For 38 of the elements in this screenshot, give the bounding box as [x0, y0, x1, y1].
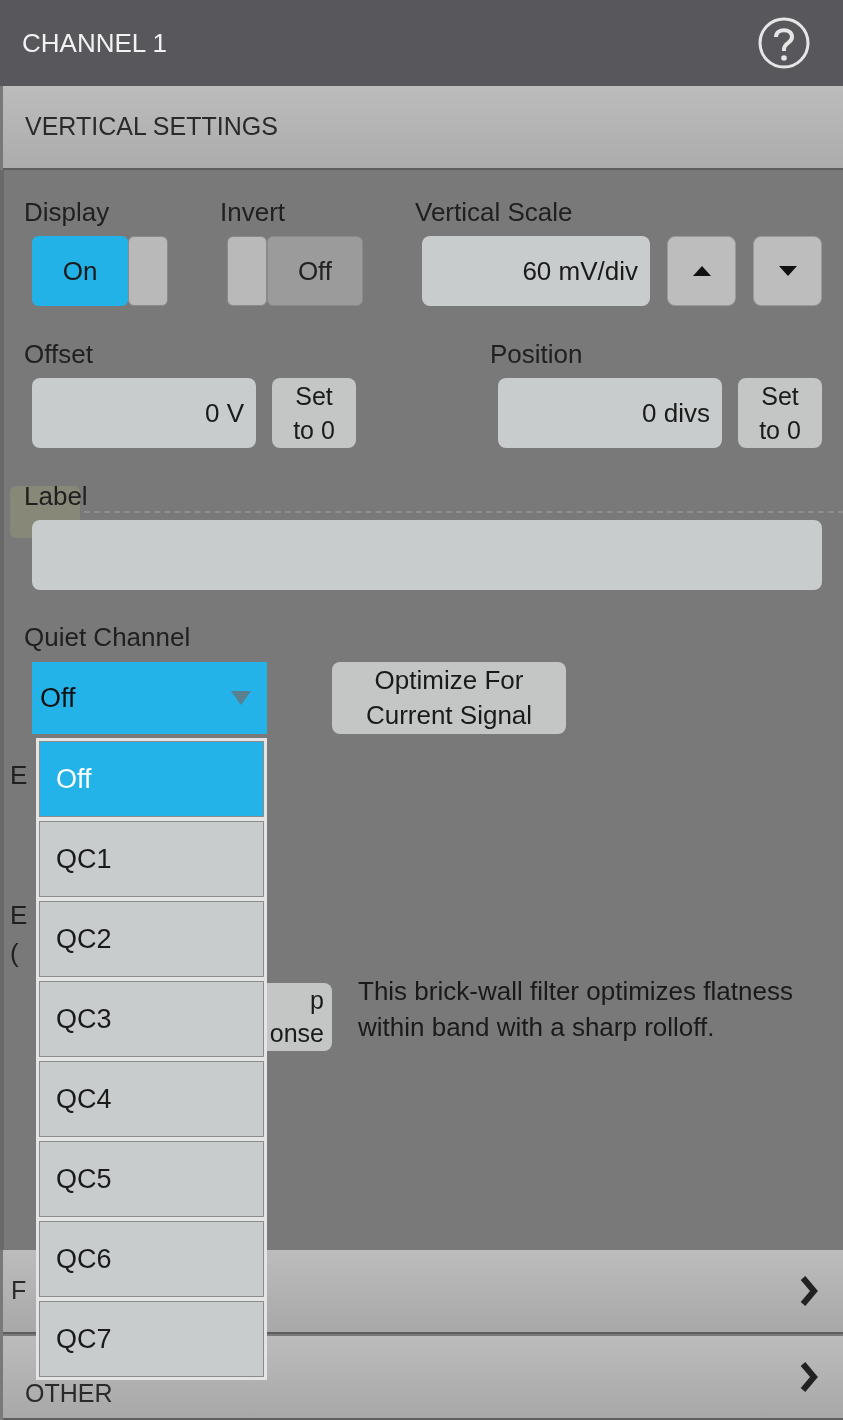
field-label: Offset	[24, 338, 93, 371]
field-label: E	[10, 759, 28, 792]
dropdown-value: Off	[40, 681, 76, 715]
chevron-right-icon	[799, 1361, 819, 1393]
field-label: Invert	[220, 196, 286, 229]
dropdown-option[interactable]: QC1	[39, 821, 264, 897]
triangle-up-icon	[692, 266, 711, 276]
increment-button[interactable]	[667, 236, 736, 306]
field-label: Display	[24, 196, 110, 229]
help-icon[interactable]	[757, 16, 811, 70]
dropdown-option[interactable]: QC5	[39, 1141, 264, 1217]
label-input-field[interactable]	[32, 520, 822, 590]
section-header[interactable]: VERTICAL SETTINGS	[3, 86, 843, 170]
dropdown-option[interactable]: QC7	[39, 1301, 264, 1377]
field-label: Vertical Scale	[415, 196, 573, 229]
dropdown[interactable]: Off	[32, 662, 267, 734]
dropdown-option[interactable]: QC3	[39, 981, 264, 1057]
panel-title: CHANNEL 1	[22, 26, 167, 60]
chevron-right-icon	[799, 1275, 819, 1307]
scale-field[interactable]: 60 mV/div	[422, 236, 650, 306]
dropdown-option[interactable]: QC6	[39, 1221, 264, 1297]
field-label: Quiet Channel	[24, 621, 191, 654]
caret-icon	[231, 691, 251, 705]
field-label: Label	[24, 480, 88, 513]
field-label: (	[10, 937, 19, 970]
field-label: E	[10, 899, 28, 932]
set-zero-button[interactable]: Set to 0	[272, 378, 356, 448]
field-label: Position	[490, 338, 583, 371]
decrement-button[interactable]	[753, 236, 822, 306]
triangle-down-icon	[778, 266, 797, 276]
section-title: F	[11, 1275, 27, 1307]
set-zero-button[interactable]: Set to 0	[738, 378, 822, 448]
filter-description: This brick-wall filter optimizes flatness within band with a sharp rolloff.	[358, 975, 794, 1044]
dropdown-option[interactable]: QC2	[39, 901, 264, 977]
optimize-button[interactable]: Optimize For Current Signal	[332, 662, 566, 734]
value-field[interactable]: 0 V	[32, 378, 256, 448]
dropdown-option[interactable]: QC4	[39, 1061, 264, 1137]
value-field[interactable]: 0 divs	[498, 378, 722, 448]
